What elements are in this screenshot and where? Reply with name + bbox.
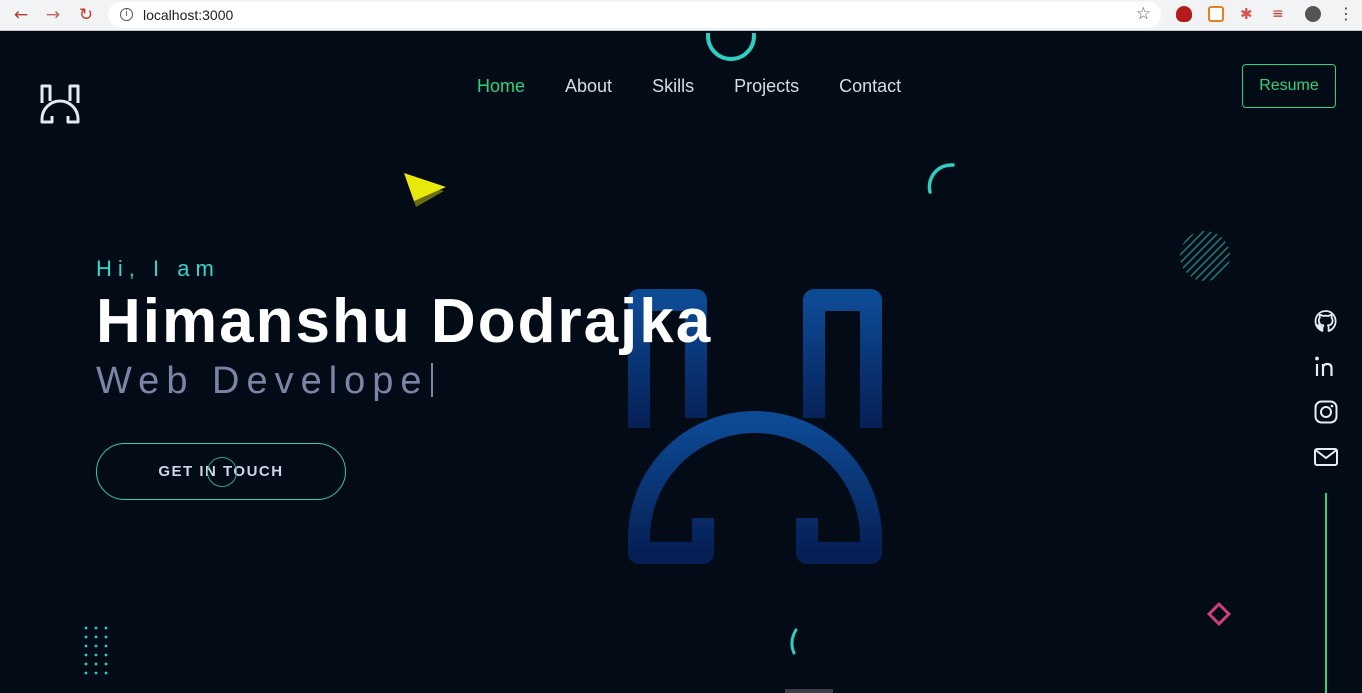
- decorative-dot-grid: [84, 626, 108, 675]
- nav-link-contact[interactable]: Contact: [839, 76, 901, 97]
- mail-icon[interactable]: [1312, 443, 1340, 471]
- hero-greeting: Hi, I am: [96, 256, 220, 281]
- forward-arrow-icon[interactable]: →: [42, 4, 64, 26]
- resume-button[interactable]: Resume: [1242, 64, 1336, 108]
- cta-ring-decoration: [207, 457, 237, 487]
- ublock-extension-icon[interactable]: [1176, 6, 1192, 22]
- nav-link-skills[interactable]: Skills: [652, 76, 694, 97]
- decorative-arc: [927, 163, 955, 194]
- site-logo[interactable]: [39, 83, 81, 125]
- hero-role: Web Develope: [96, 360, 433, 403]
- main-navigation: Home About Skills Projects Contact: [477, 76, 941, 97]
- decorative-small-arc: [790, 628, 798, 655]
- decorative-ring: [706, 33, 756, 61]
- typing-caret: [430, 363, 433, 397]
- github-icon[interactable]: [1312, 308, 1340, 336]
- get-in-touch-button[interactable]: GET IN TOUCH: [96, 443, 346, 500]
- horizontal-scrollbar-thumb[interactable]: [785, 689, 833, 693]
- back-arrow-icon[interactable]: ←: [10, 4, 32, 26]
- extension-icon[interactable]: [1208, 6, 1224, 22]
- decorative-triangle: [404, 173, 446, 207]
- kebab-menu-icon[interactable]: ⋮: [1338, 6, 1354, 22]
- address-bar[interactable]: i localhost:3000 ☆: [108, 2, 1161, 28]
- linkedin-icon[interactable]: [1312, 353, 1340, 381]
- nav-link-home[interactable]: Home: [477, 76, 525, 97]
- decorative-hatched-circle: [1180, 231, 1230, 281]
- url-text[interactable]: localhost:3000: [143, 7, 233, 23]
- instagram-icon[interactable]: [1312, 398, 1340, 426]
- bookmark-star-icon[interactable]: ☆: [1136, 4, 1151, 24]
- hero-role-text: Web Develope: [96, 360, 429, 402]
- nav-link-about[interactable]: About: [565, 76, 612, 97]
- media-queue-icon[interactable]: ≡: [1272, 6, 1288, 22]
- reload-icon[interactable]: ↻: [75, 4, 97, 26]
- portfolio-page: Home About Skills Projects Contact Resum…: [0, 33, 1362, 693]
- social-links: [1312, 308, 1340, 488]
- puzzle-extensions-icon[interactable]: ✱: [1240, 6, 1256, 22]
- info-icon[interactable]: i: [120, 8, 133, 21]
- hero-name: Himanshu Dodrajka: [96, 287, 713, 356]
- social-vertical-line: [1325, 493, 1327, 693]
- profile-avatar-icon[interactable]: [1305, 6, 1321, 22]
- browser-toolbar: ← → ↻ i localhost:3000 ☆ ✱ ≡ ⋮: [0, 0, 1362, 31]
- nav-link-projects[interactable]: Projects: [734, 76, 799, 97]
- decorative-diamond: [1206, 601, 1232, 627]
